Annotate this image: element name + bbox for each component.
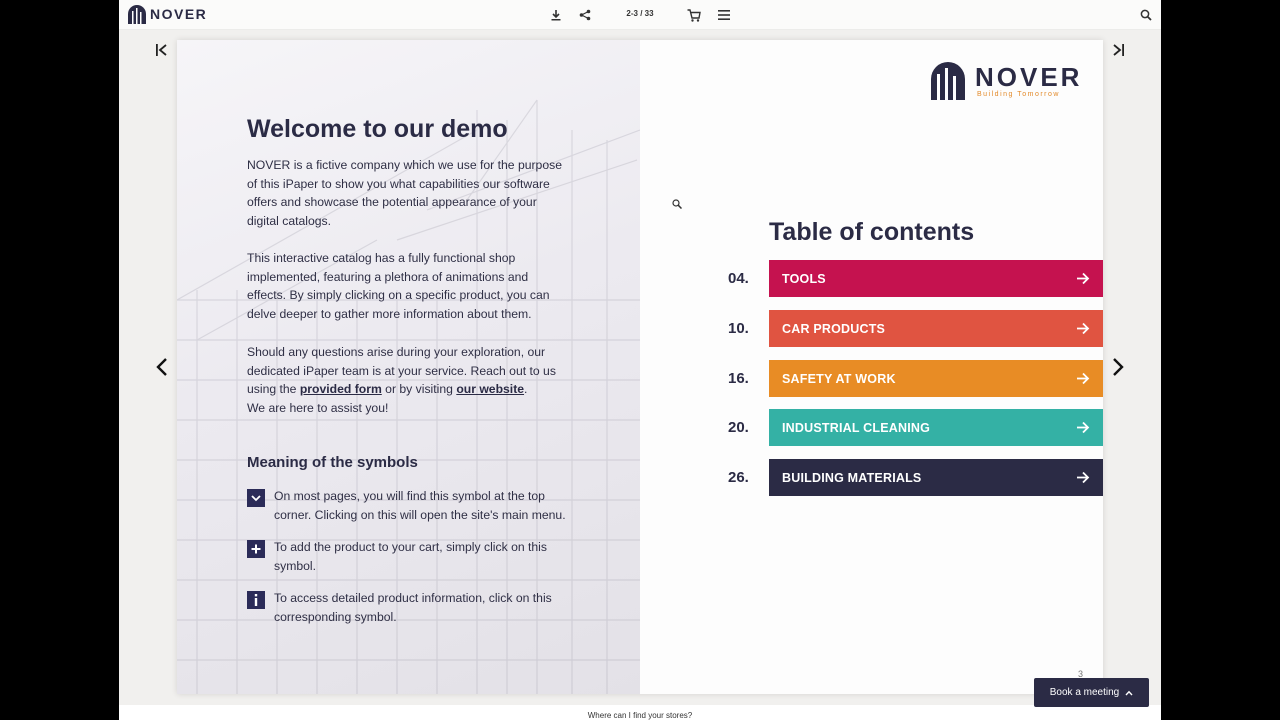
symbol-text: To add the product to your cart, simply … <box>274 540 547 573</box>
toc-page-number: 04. <box>728 270 749 287</box>
download-icon[interactable] <box>548 7 564 23</box>
plus-icon <box>247 540 265 558</box>
info-icon <box>247 591 265 609</box>
left-page: Welcome to our demo NOVER is a fictive c… <box>177 40 640 694</box>
symbols-title: Meaning of the symbols <box>247 454 418 471</box>
toc-link-industrial-cleaning[interactable]: INDUSTRIAL CLEANING <box>769 409 1103 446</box>
search-icon[interactable] <box>1138 7 1154 23</box>
logo-text: NOVER <box>975 62 1083 92</box>
footer-bar: Where can I find your stores? <box>119 705 1161 720</box>
arrow-right-icon <box>1077 421 1090 434</box>
top-logo-text: NOVER <box>150 6 208 22</box>
book-meeting-button[interactable]: Book a meeting <box>1034 678 1149 707</box>
page-spread: Welcome to our demo NOVER is a fictive c… <box>177 40 1103 694</box>
toc-label: INDUSTRIAL CLEANING <box>782 420 931 435</box>
toc-label: TOOLS <box>782 271 826 286</box>
share-icon[interactable] <box>577 7 593 23</box>
last-page-icon[interactable] <box>1106 38 1130 62</box>
toc-title: Table of contents <box>769 218 975 246</box>
nover-logo-icon <box>931 62 965 100</box>
top-logo[interactable]: NOVER <box>128 4 207 24</box>
chevron-down-icon <box>247 489 265 507</box>
symbol-text: To access detailed product information, … <box>274 591 552 624</box>
symbol-text: On most pages, you will find this symbol… <box>274 489 566 522</box>
arrow-right-icon <box>1077 272 1090 285</box>
contact-text-end: . <box>524 382 528 397</box>
toc-page-number: 16. <box>728 370 749 387</box>
arrow-right-icon <box>1077 471 1090 484</box>
toc-link-safety-at-work[interactable]: SAFETY AT WORK <box>769 360 1103 397</box>
toc-link-car-products[interactable]: CAR PRODUCTS <box>769 310 1103 347</box>
arrow-right-icon <box>1077 322 1090 335</box>
menu-icon[interactable] <box>716 7 732 23</box>
first-page-icon[interactable] <box>150 38 174 62</box>
zoom-cursor-icon <box>672 199 682 209</box>
cart-icon[interactable] <box>686 7 702 23</box>
toc-label: CAR PRODUCTS <box>782 321 886 336</box>
top-toolbar: NOVER 2-3 / 33 <box>119 0 1161 30</box>
next-page-icon[interactable] <box>1106 355 1130 379</box>
toc-row-building-materials: 26. BUILDING MATERIALS <box>728 459 1103 496</box>
chevron-up-icon <box>1125 690 1133 695</box>
shop-paragraph: This interactive catalog has a fully fun… <box>247 251 550 322</box>
toc-row-safety-at-work: 16. SAFETY AT WORK <box>728 360 1103 397</box>
contact-text-mid: or by visiting <box>381 382 457 397</box>
toc-row-industrial-cleaning: 20. INDUSTRIAL CLEANING <box>728 409 1103 446</box>
right-page: NOVER Building Tomorrow Table of content… <box>640 40 1103 694</box>
our-website-link[interactable]: our website <box>456 382 524 396</box>
contact-text-last: We are here to assist you! <box>247 401 389 416</box>
nover-logo: NOVER Building Tomorrow <box>930 60 1079 105</box>
previous-page-icon[interactable] <box>150 355 174 379</box>
welcome-title: Welcome to our demo <box>247 115 508 143</box>
toc-row-car-products: 10. CAR PRODUCTS <box>728 310 1103 347</box>
toc-row-tools: 04. TOOLS <box>728 260 1103 297</box>
contact-paragraph: Should any questions arise during your e… <box>247 343 567 418</box>
toc-link-tools[interactable]: TOOLS <box>769 260 1103 297</box>
logo-tagline: Building Tomorrow <box>977 91 1060 98</box>
provided-form-link[interactable]: provided form <box>300 382 382 396</box>
intro-paragraph: NOVER is a fictive company which we use … <box>247 158 562 229</box>
catalog-viewer: NOVER 2-3 / 33 Welcome to our demo NOVER… <box>119 0 1161 720</box>
nover-logo-icon <box>128 5 146 24</box>
toc-label: SAFETY AT WORK <box>782 371 896 386</box>
toc-page-number: 20. <box>728 419 749 436</box>
toc-page-number: 26. <box>728 469 749 486</box>
toc-label: BUILDING MATERIALS <box>782 470 922 485</box>
toc-link-building-materials[interactable]: BUILDING MATERIALS <box>769 459 1103 496</box>
page-indicator: 2-3 / 33 <box>626 9 654 18</box>
store-locator-link[interactable]: Where can I find your stores? <box>588 711 693 720</box>
toc-page-number: 10. <box>728 320 749 337</box>
book-meeting-label: Book a meeting <box>1049 687 1120 698</box>
arrow-right-icon <box>1077 372 1090 385</box>
